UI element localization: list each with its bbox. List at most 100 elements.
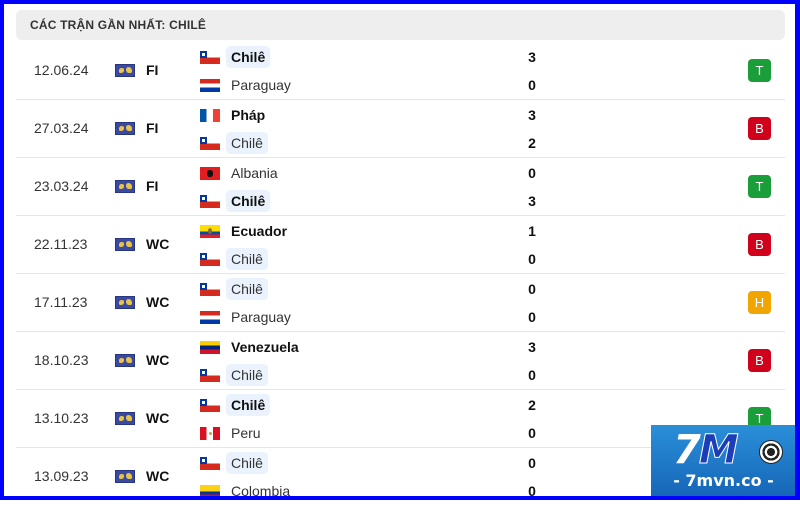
competition-code: WC — [146, 236, 170, 252]
result-badge: T — [748, 175, 771, 198]
ecuador-flag-icon — [200, 224, 220, 238]
result-badge: B — [748, 117, 771, 140]
chile-flag-icon — [200, 252, 220, 266]
home-team-name: Albania — [231, 165, 278, 181]
home-score: 0 — [528, 455, 536, 471]
match-date: 13.10.23 — [34, 410, 89, 426]
away-team-name: Peru — [231, 425, 261, 441]
result-badge: H — [748, 291, 771, 314]
paraguay-flag-icon — [200, 310, 220, 324]
result-badge: B — [748, 349, 771, 372]
match-row[interactable]: 17.11.23 WC Chilê Paraguay 0 0 H — [16, 274, 785, 332]
competition-code: FI — [146, 178, 159, 194]
match-date: 22.11.23 — [34, 236, 88, 252]
away-team[interactable]: Chilê — [200, 190, 271, 212]
match-date: 13.09.23 — [34, 468, 89, 484]
match-row[interactable]: 23.03.24 FI Albania Chilê 0 3 T — [16, 158, 785, 216]
home-team[interactable]: Pháp — [200, 105, 270, 125]
home-score: 0 — [528, 165, 536, 181]
competition-code: FI — [146, 120, 159, 136]
peru-flag-icon — [200, 426, 220, 440]
venezuela-flag-icon — [200, 340, 220, 354]
match-date: 18.10.23 — [34, 352, 89, 368]
competition-globe-icon — [115, 296, 135, 309]
home-team[interactable]: Chilê — [200, 278, 268, 300]
competition-code: WC — [146, 410, 170, 426]
away-team-name: Colombia — [231, 483, 291, 499]
away-team[interactable]: Colombia — [200, 481, 295, 501]
away-team[interactable]: Chilê — [200, 364, 268, 386]
away-team[interactable]: Chilê — [200, 248, 268, 270]
away-team-name: Chilê — [226, 190, 271, 212]
match-date: 23.03.24 — [34, 178, 89, 194]
home-team[interactable]: Chilê — [200, 394, 271, 416]
home-team-name: Chilê — [226, 394, 271, 416]
home-team[interactable]: Chilê — [200, 452, 268, 474]
competition-globe-icon — [115, 180, 135, 193]
competition-globe-icon — [115, 64, 135, 77]
competition-globe-icon — [115, 122, 135, 135]
competition-code: WC — [146, 352, 170, 368]
home-score: 3 — [528, 339, 536, 355]
away-score: 0 — [528, 367, 536, 383]
competition-globe-icon — [115, 470, 135, 483]
logo-url: - 7mvn.co - — [673, 471, 774, 490]
home-team-name: Chilê — [226, 46, 271, 68]
home-score: 1 — [528, 223, 536, 239]
albania-flag-icon — [200, 166, 220, 180]
home-team-name: Chilê — [226, 278, 268, 300]
away-team-name: Paraguay — [231, 309, 291, 325]
logo-text: 7M — [673, 427, 739, 474]
home-team-name: Chilê — [226, 452, 268, 474]
match-date: 17.11.23 — [34, 294, 88, 310]
paraguay-flag-icon — [200, 78, 220, 92]
home-team[interactable]: Venezuela — [200, 337, 304, 357]
result-badge: T — [748, 59, 771, 82]
away-score: 0 — [528, 77, 536, 93]
chile-flag-icon — [200, 194, 220, 208]
home-team[interactable]: Ecuador — [200, 221, 292, 241]
france-flag-icon — [200, 108, 220, 122]
watermark-logo: 7M - 7mvn.co - — [651, 425, 796, 496]
result-badge: B — [748, 233, 771, 256]
competition-code: FI — [146, 62, 159, 78]
chile-flag-icon — [200, 368, 220, 382]
competition-globe-icon — [115, 238, 135, 251]
match-row[interactable]: 27.03.24 FI Pháp Chilê 3 2 B — [16, 100, 785, 158]
match-row[interactable]: 12.06.24 FI Chilê Paraguay 3 0 T — [16, 42, 785, 100]
away-team[interactable]: Paraguay — [200, 307, 296, 327]
away-team-name: Chilê — [226, 364, 268, 386]
home-score: 0 — [528, 281, 536, 297]
chile-flag-icon — [200, 398, 220, 412]
chile-flag-icon — [200, 282, 220, 296]
away-score: 0 — [528, 425, 536, 441]
home-team-name: Pháp — [231, 107, 266, 123]
match-row[interactable]: 22.11.23 WC Ecuador Chilê 1 0 B — [16, 216, 785, 274]
soccer-ball-icon — [759, 440, 783, 464]
chile-flag-icon — [200, 50, 220, 64]
away-team[interactable]: Peru — [200, 423, 266, 443]
away-team[interactable]: Paraguay — [200, 75, 296, 95]
chile-flag-icon — [200, 136, 220, 150]
away-score: 0 — [528, 251, 536, 267]
away-score: 0 — [528, 309, 536, 325]
away-team[interactable]: Chilê — [200, 132, 268, 154]
chile-flag-icon — [200, 456, 220, 470]
home-score: 2 — [528, 397, 536, 413]
section-title: CÁC TRẬN GẦN NHẤT: CHILÊ — [30, 18, 207, 32]
home-team-name: Ecuador — [231, 223, 288, 239]
home-team[interactable]: Chilê — [200, 46, 271, 68]
home-team[interactable]: Albania — [200, 163, 283, 183]
competition-code: WC — [146, 294, 170, 310]
match-row[interactable]: 18.10.23 WC Venezuela Chilê 3 0 B — [16, 332, 785, 390]
competition-globe-icon — [115, 412, 135, 425]
colombia-flag-icon — [200, 484, 220, 498]
away-score: 3 — [528, 193, 536, 209]
home-score: 3 — [528, 49, 536, 65]
away-team-name: Paraguay — [231, 77, 291, 93]
away-score: 2 — [528, 135, 536, 151]
competition-code: WC — [146, 468, 170, 484]
away-team-name: Chilê — [226, 248, 268, 270]
away-team-name: Chilê — [226, 132, 268, 154]
home-score: 3 — [528, 107, 536, 123]
